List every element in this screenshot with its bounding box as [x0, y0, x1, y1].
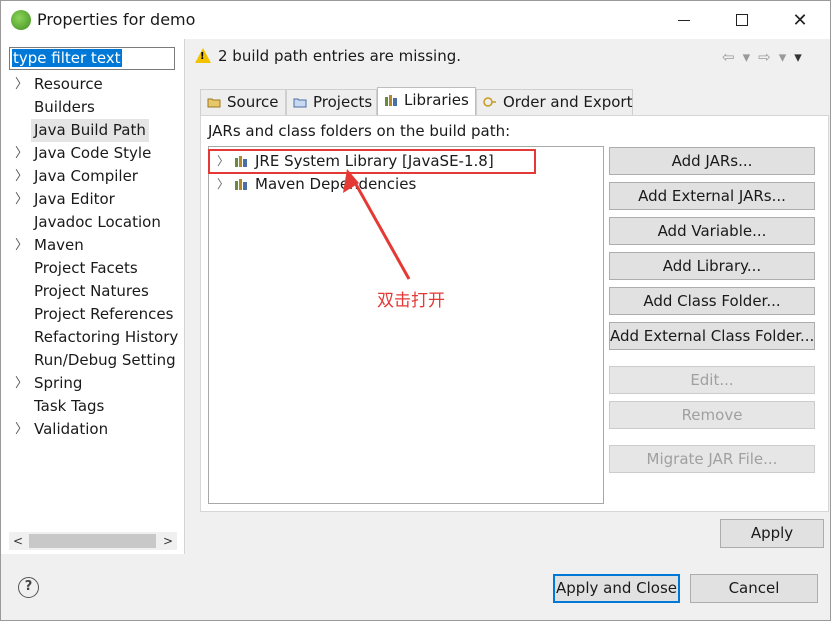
preference-tree-panel: type filter text 〉 Resource Builders Java… — [1, 39, 185, 554]
maximize-button[interactable] — [719, 1, 765, 39]
title-bar: Properties for demo ✕ — [1, 1, 830, 39]
sidebar-item-run-debug-setting[interactable]: Run/Debug Setting — [1, 349, 185, 372]
sidebar-item-label: Refactoring History — [34, 328, 179, 346]
chevron-right-icon[interactable]: 〉 — [15, 142, 28, 165]
sidebar-item-label: Builders — [34, 98, 95, 116]
sidebar-item-java-code-style[interactable]: 〉 Java Code Style — [1, 142, 185, 165]
chevron-right-icon[interactable]: 〉 — [15, 234, 28, 257]
sidebar-item-label: Run/Debug Setting — [34, 351, 176, 369]
annotation-text: 双击打开 — [377, 291, 445, 311]
sidebar-item-project-facets[interactable]: Project Facets — [1, 257, 185, 280]
tab-order-and-export[interactable]: Order and Export — [476, 89, 633, 115]
tab-label: Projects — [313, 93, 373, 111]
help-icon[interactable]: ? — [18, 577, 39, 598]
warning-message: 2 build path entries are missing. — [218, 47, 461, 65]
sidebar-item-project-references[interactable]: Project References — [1, 303, 185, 326]
sidebar-item-task-tags[interactable]: Task Tags — [1, 395, 185, 418]
back-menu-icon[interactable]: ▾ — [743, 48, 759, 66]
migrate-jar-button[interactable]: Migrate JAR File... — [609, 445, 815, 473]
close-icon: ✕ — [792, 9, 808, 31]
source-folder-icon — [207, 98, 221, 108]
tab-label: Source — [227, 93, 279, 111]
minimize-icon — [678, 19, 690, 21]
chevron-right-icon[interactable]: 〉 — [15, 165, 28, 188]
scrollbar-thumb[interactable] — [29, 534, 156, 548]
properties-dialog: Properties for demo ✕ type filter text 〉… — [0, 0, 831, 621]
sidebar-item-refactoring-history[interactable]: Refactoring History — [1, 326, 185, 349]
sidebar-item-label: Project Natures — [34, 282, 149, 300]
warning-bar: ! 2 build path entries are missing. ⇦▾⇨▾… — [187, 39, 830, 75]
forward-menu-icon[interactable]: ▾ — [779, 48, 795, 66]
library-icon — [235, 179, 247, 190]
sidebar-item-resource[interactable]: 〉 Resource — [1, 73, 185, 96]
add-class-folder-button[interactable]: Add Class Folder... — [609, 287, 815, 315]
sidebar-item-project-natures[interactable]: Project Natures — [1, 280, 185, 303]
libraries-icon — [385, 95, 397, 106]
close-button[interactable]: ✕ — [777, 1, 823, 39]
sidebar-item-label: Javadoc Location — [34, 213, 161, 231]
libraries-tree[interactable]: 〉 JRE System Library [JavaSE-1.8] 〉 Mave… — [208, 146, 604, 504]
sidebar-item-java-build-path[interactable]: Java Build Path — [1, 119, 185, 142]
add-external-jars-button[interactable]: Add External JARs... — [609, 182, 815, 210]
remove-button[interactable]: Remove — [609, 401, 815, 429]
view-menu-icon[interactable]: ▾ — [794, 48, 810, 66]
sidebar-item-label: Resource — [34, 75, 103, 93]
sidebar-item-java-editor[interactable]: 〉 Java Editor — [1, 188, 185, 211]
maximize-icon — [736, 14, 748, 26]
tab-label: Libraries — [404, 91, 469, 109]
libraries-heading: JARs and class folders on the build path… — [208, 122, 511, 140]
sidebar-item-spring[interactable]: 〉 Spring — [1, 372, 185, 395]
library-label: Maven Dependencies — [255, 175, 417, 193]
add-library-button[interactable]: Add Library... — [609, 252, 815, 280]
sidebar-item-label: Java Compiler — [34, 167, 138, 185]
chevron-right-icon[interactable]: 〉 — [15, 372, 28, 395]
window-title: Properties for demo — [37, 10, 196, 29]
sidebar-item-label: Java Editor — [34, 190, 115, 208]
chevron-right-icon[interactable]: 〉 — [15, 418, 28, 441]
tab-projects[interactable]: Projects — [286, 89, 377, 115]
sidebar-item-builders[interactable]: Builders — [1, 96, 185, 119]
filter-placeholder: type filter text — [12, 49, 122, 67]
sidebar-item-label: Project References — [34, 305, 174, 323]
sidebar-item-label: Task Tags — [34, 397, 105, 415]
scroll-right-icon[interactable]: > — [159, 532, 177, 550]
minimize-button[interactable] — [661, 1, 707, 39]
add-jars-button[interactable]: Add JARs... — [609, 147, 815, 175]
order-export-icon — [483, 97, 496, 107]
forward-icon[interactable]: ⇨ — [758, 48, 779, 66]
highlight-box — [208, 149, 536, 174]
tab-label: Order and Export — [503, 93, 633, 111]
apply-button[interactable]: Apply — [720, 519, 824, 548]
history-nav: ⇦▾⇨▾▾ — [722, 48, 810, 66]
apply-and-close-button[interactable]: Apply and Close — [553, 574, 680, 603]
chevron-right-icon[interactable]: 〉 — [15, 73, 28, 96]
chevron-right-icon[interactable]: 〉 — [217, 173, 229, 195]
sidebar-item-label: Project Facets — [34, 259, 138, 277]
chevron-right-icon[interactable]: 〉 — [15, 188, 28, 211]
edit-button[interactable]: Edit... — [609, 366, 815, 394]
sidebar-item-java-compiler[interactable]: 〉 Java Compiler — [1, 165, 185, 188]
sidebar-item-label: Java Code Style — [34, 144, 152, 162]
sidebar-item-javadoc-location[interactable]: Javadoc Location — [1, 211, 185, 234]
sidebar-item-label: Maven — [34, 236, 84, 254]
sidebar-item-label: Spring — [34, 374, 83, 392]
scroll-left-icon[interactable]: < — [9, 532, 27, 550]
horizontal-scrollbar[interactable]: < > — [9, 532, 177, 550]
sidebar-item-label: Validation — [34, 420, 109, 438]
sidebar-item-maven[interactable]: 〉 Maven — [1, 234, 185, 257]
sidebar-item-validation[interactable]: 〉 Validation — [1, 418, 185, 441]
sidebar-item-label: Java Build Path — [31, 119, 149, 142]
back-icon[interactable]: ⇦ — [722, 48, 743, 66]
add-variable-button[interactable]: Add Variable... — [609, 217, 815, 245]
add-external-class-folder-button[interactable]: Add External Class Folder... — [609, 322, 815, 350]
spring-app-icon — [11, 10, 31, 30]
cancel-button[interactable]: Cancel — [690, 574, 818, 603]
tab-libraries[interactable]: Libraries — [377, 87, 476, 116]
tab-source[interactable]: Source — [200, 89, 286, 115]
projects-icon — [293, 98, 307, 108]
filter-input[interactable]: type filter text — [9, 47, 175, 70]
